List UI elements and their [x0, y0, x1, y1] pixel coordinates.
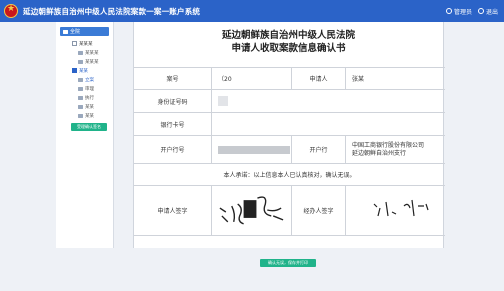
- bank-value: 中国工商银行股份有限公司 延边朝鲜自治州支行: [346, 136, 445, 163]
- logout-label: 退出: [485, 8, 498, 16]
- tree-group-label: 某某: [79, 68, 88, 74]
- table-row: 开户行号 开户行 中国工商银行股份有限公司 延边朝鲜自治州支行: [134, 136, 445, 164]
- info-table: 案号 （20 申请人 张某 身份证号码 银行卡号 开户行号 开户行 中国工商银行…: [134, 67, 445, 236]
- logout-button[interactable]: 退出: [477, 7, 498, 16]
- applicant-signature-drawing: [219, 195, 284, 224]
- sidebar: 全院 某某某 某某某 某某某 某某 立案 审理 执行 某某 某某 受理确认签名: [56, 22, 114, 248]
- bank-no-label: 开户行号: [134, 136, 212, 163]
- tree-item-label: 某某: [85, 113, 94, 119]
- court-emblem-icon: [4, 4, 18, 18]
- table-row: 本人承诺：以上信息本人已认真核对，确认无误。: [134, 164, 445, 186]
- table-row: 银行卡号: [134, 113, 445, 136]
- handler-signature-drawing: [373, 199, 429, 216]
- tree-root-all[interactable]: 全院: [60, 27, 109, 36]
- title-line-1: 延边朝鲜族自治州中级人民法院: [221, 30, 355, 41]
- bank-card-value: [212, 113, 445, 135]
- tree-item-label: 某某某: [85, 50, 99, 56]
- user-icon: [445, 8, 452, 14]
- applicant-label: 申请人: [292, 68, 346, 89]
- admin-button[interactable]: 管理员: [445, 7, 472, 16]
- tree-item-label: 执行: [85, 95, 94, 101]
- folder-icon: [78, 104, 83, 109]
- id-label: 身份证号码: [134, 90, 212, 112]
- table-row: 身份证号码: [134, 90, 445, 113]
- tree-group-label: 某某某: [79, 41, 93, 47]
- table-row: 申请人签字 经办人签字: [134, 186, 445, 236]
- tree-item-label: 某某: [85, 104, 94, 110]
- folder-icon: [78, 77, 83, 82]
- tree-item[interactable]: 立案: [56, 75, 113, 84]
- id-value: [212, 90, 445, 112]
- bank-line-2: 延边朝鲜自治州支行: [352, 149, 407, 157]
- tree-item-label: 立案: [85, 77, 94, 83]
- tree-item[interactable]: 审理: [56, 84, 113, 93]
- folder-icon: [78, 50, 83, 55]
- applicant-value: 张某: [352, 76, 365, 83]
- tree-item[interactable]: 执行: [56, 93, 113, 102]
- tree-item[interactable]: 某某某: [56, 57, 113, 66]
- folder-icon: [78, 86, 83, 91]
- table-row: 案号 （20 申请人 张某: [134, 68, 445, 90]
- redacted-box: [218, 96, 228, 106]
- handler-sign-label: 经办人签字: [292, 186, 346, 235]
- case-no-label: 案号: [134, 68, 212, 89]
- folder-icon: [78, 59, 83, 64]
- confirmation-document: 延边朝鲜族自治州中级人民法院 申请人收取案款信息确认书 案号 （20 申请人 张…: [133, 22, 445, 248]
- tree-item[interactable]: 某某: [56, 111, 113, 120]
- redacted-bar: [218, 145, 290, 154]
- document-title: 延边朝鲜族自治州中级人民法院 申请人收取案款信息确认书: [134, 22, 443, 55]
- tree-item[interactable]: 某某: [56, 102, 113, 111]
- applicant-signature: [212, 186, 292, 235]
- tree-item-label: 审理: [85, 86, 94, 92]
- title-line-2: 申请人收取案款信息确认书: [231, 43, 346, 54]
- admin-label: 管理员: [453, 8, 472, 16]
- tree-group[interactable]: 某某: [56, 66, 113, 75]
- tree-item-label: 某某某: [85, 59, 99, 65]
- folder-icon: [78, 95, 83, 100]
- bank-card-label: 银行卡号: [134, 113, 212, 135]
- app-title: 延边朝鲜族自治州中级人民法院案款一案一账户系统: [23, 6, 201, 16]
- promise-text: 本人承诺：以上信息本人已认真核对，确认无误。: [223, 172, 356, 179]
- checkbox[interactable]: [72, 41, 77, 46]
- tree-root-label: 全院: [70, 29, 81, 35]
- folder-icon: [78, 113, 83, 118]
- applicant-sign-label: 申请人签字: [134, 186, 212, 235]
- bank-no-value: [212, 136, 292, 163]
- header-actions: 管理员 退出: [445, 0, 498, 22]
- bank-label: 开户行: [292, 136, 346, 163]
- tree-group[interactable]: 某某某: [56, 39, 113, 48]
- handler-signature: [346, 186, 445, 235]
- folder-icon: [63, 29, 68, 34]
- tree-item[interactable]: 某某某: [56, 48, 113, 57]
- power-icon: [477, 8, 484, 14]
- bank-line-1: 中国工商银行股份有限公司: [352, 141, 425, 149]
- save-print-button[interactable]: 确认无误，保存并打印: [260, 259, 316, 267]
- case-no-value: （20: [212, 68, 292, 89]
- top-header: 延边朝鲜族自治州中级人民法院案款一案一账户系统 管理员 退出: [0, 0, 504, 22]
- checkbox-checked[interactable]: [72, 68, 77, 73]
- confirm-sign-button[interactable]: 受理确认签名: [71, 123, 107, 131]
